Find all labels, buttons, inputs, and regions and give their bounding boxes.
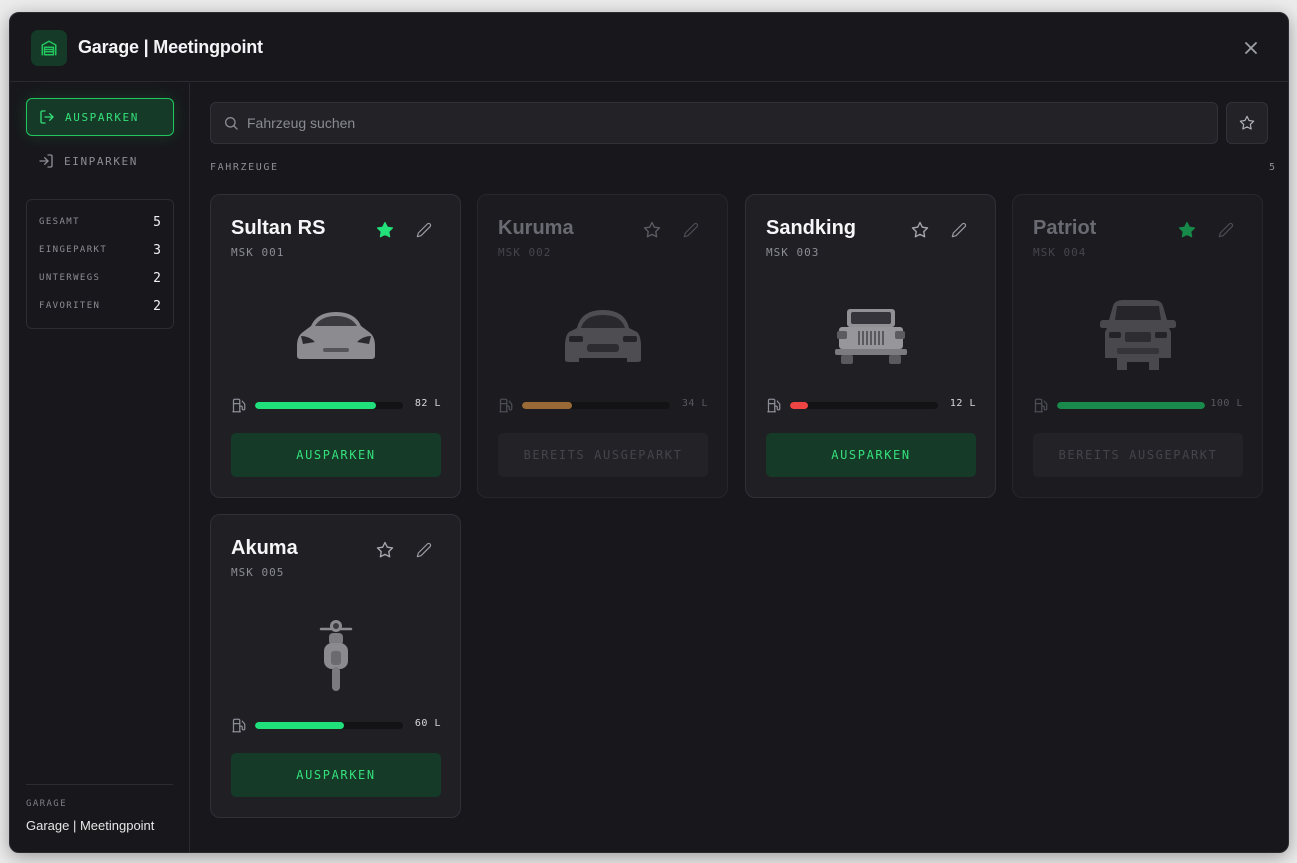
fuel-pump-icon — [766, 398, 784, 413]
stat-label: UNTERWEGS — [39, 273, 101, 283]
vehicle-card: Patriot MSK 004 100 L BEREITS AUSGEPARKT — [1012, 194, 1263, 498]
vehicle-card: Sultan RS MSK 001 82 L AUSPARKEN — [210, 194, 461, 498]
sidebar-footer: GARAGE Garage | Meetingpoint — [26, 784, 173, 852]
vehicle-name: Sultan RS — [231, 217, 326, 239]
stat-row-eingeparkt: EINGEPARKT 3 — [39, 236, 161, 264]
stats-panel: GESAMT 5 EINGEPARKT 3 UNTERWEGS 2 FAVORI… — [26, 199, 174, 329]
window-title: Garage | Meetingpoint — [78, 37, 263, 57]
vehicle-plate: MSK 001 — [231, 246, 285, 259]
sedan-icon — [498, 285, 708, 385]
vehicle-name: Sandking — [766, 217, 857, 239]
vehicle-name: Patriot — [1033, 217, 1097, 239]
garage-window: Garage | Meetingpoint AUSPARKEN EINPARKE… — [9, 12, 1289, 853]
exit-icon — [39, 109, 55, 125]
stat-label: GESAMT — [39, 217, 80, 227]
fuel-bar — [1057, 402, 1205, 409]
favorite-star-icon[interactable] — [374, 539, 396, 561]
footer-garage-name: Garage | Meetingpoint — [26, 818, 155, 833]
stat-value: 2 — [153, 270, 161, 286]
fuel-pump-icon — [231, 718, 249, 733]
fuel-pump-icon — [1033, 398, 1051, 413]
stat-label: FAVORITEN — [39, 301, 101, 311]
bereits-ausgeparkt-button: BEREITS AUSGEPARKT — [498, 433, 708, 477]
offroad-truck-icon — [766, 285, 976, 385]
search-icon — [223, 115, 239, 131]
nav-ausparken-button[interactable]: AUSPARKEN — [26, 98, 174, 136]
vehicle-card: Sandking MSK 003 12 L AUSPARKEN — [745, 194, 996, 498]
fuel-amount: 12 L — [949, 398, 976, 409]
stat-value: 2 — [153, 298, 161, 314]
nav-ausparken-label: AUSPARKEN — [65, 110, 140, 124]
stat-value: 5 — [153, 214, 161, 230]
fuel-amount: 60 L — [414, 718, 441, 729]
fuel-pump-icon — [498, 398, 516, 413]
fuel-bar — [790, 402, 938, 409]
fuel-indicator: 60 L — [231, 716, 441, 734]
ausparken-button[interactable]: AUSPARKEN — [231, 433, 441, 477]
edit-pencil-icon[interactable] — [1215, 219, 1237, 241]
fuel-bar-fill — [255, 402, 377, 409]
close-icon[interactable] — [1240, 37, 1262, 59]
stat-row-unterwegs: UNTERWEGS 2 — [39, 264, 161, 292]
vehicle-plate: MSK 004 — [1033, 246, 1087, 259]
edit-pencil-icon[interactable] — [413, 539, 435, 561]
motorcycle-icon — [231, 605, 441, 705]
bereits-ausgeparkt-button: BEREITS AUSGEPARKT — [1033, 433, 1243, 477]
vehicle-plate: MSK 003 — [766, 246, 820, 259]
fuel-pump-icon — [231, 398, 249, 413]
fuel-amount: 82 L — [414, 398, 441, 409]
vehicle-card: Kuruma MSK 002 34 L BEREITS AUSGEPARKT — [477, 194, 728, 498]
fuel-bar-fill — [255, 722, 344, 729]
vehicle-plate: MSK 002 — [498, 246, 552, 259]
vehicle-name: Akuma — [231, 537, 298, 559]
fuel-bar — [255, 402, 403, 409]
stat-row-gesamt: GESAMT 5 — [39, 208, 161, 236]
stat-label: EINGEPARKT — [39, 245, 108, 255]
edit-pencil-icon[interactable] — [413, 219, 435, 241]
sports-car-icon — [231, 285, 441, 385]
fuel-bar-fill — [790, 402, 808, 409]
vehicle-name: Kuruma — [498, 217, 574, 239]
edit-pencil-icon[interactable] — [680, 219, 702, 241]
stat-row-favoriten: FAVORITEN 2 — [39, 292, 161, 320]
stat-value: 3 — [153, 242, 161, 258]
fuel-indicator: 34 L — [498, 396, 708, 414]
sidebar: AUSPARKEN EINPARKEN GESAMT 5 EINGEPARKT … — [10, 83, 190, 852]
favorite-star-icon[interactable] — [641, 219, 663, 241]
fuel-indicator: 12 L — [766, 396, 976, 414]
favorite-star-icon[interactable] — [1176, 219, 1198, 241]
ausparken-button[interactable]: AUSPARKEN — [231, 753, 441, 797]
fuel-bar-fill — [1057, 402, 1205, 409]
section-count: 5 — [1268, 162, 1275, 173]
edit-pencil-icon[interactable] — [948, 219, 970, 241]
favorite-star-icon[interactable] — [909, 219, 931, 241]
fuel-amount: 100 L — [1210, 398, 1243, 409]
fuel-bar-fill — [522, 402, 573, 409]
fuel-indicator: 100 L — [1033, 396, 1243, 414]
vehicle-card: Akuma MSK 005 60 L AUSPARKEN — [210, 514, 461, 818]
nav-einparken-button[interactable]: EINPARKEN — [26, 142, 174, 180]
footer-label: GARAGE — [26, 799, 67, 809]
search-input[interactable] — [247, 103, 1217, 143]
fuel-indicator: 82 L — [231, 396, 441, 414]
search-bar — [210, 102, 1218, 144]
enter-icon — [38, 153, 54, 169]
fuel-bar — [255, 722, 403, 729]
garage-icon — [31, 30, 67, 66]
nav-einparken-label: EINPARKEN — [64, 154, 139, 168]
fuel-bar — [522, 402, 670, 409]
section-label: FAHRZEUGE — [210, 162, 279, 173]
header: Garage | Meetingpoint — [10, 13, 1288, 82]
favorite-star-icon[interactable] — [374, 219, 396, 241]
favorite-filter-button[interactable] — [1226, 102, 1268, 144]
suv-icon — [1033, 285, 1243, 385]
fuel-amount: 34 L — [681, 398, 708, 409]
vehicle-plate: MSK 005 — [231, 566, 285, 579]
ausparken-button[interactable]: AUSPARKEN — [766, 433, 976, 477]
star-icon — [1239, 115, 1255, 130]
